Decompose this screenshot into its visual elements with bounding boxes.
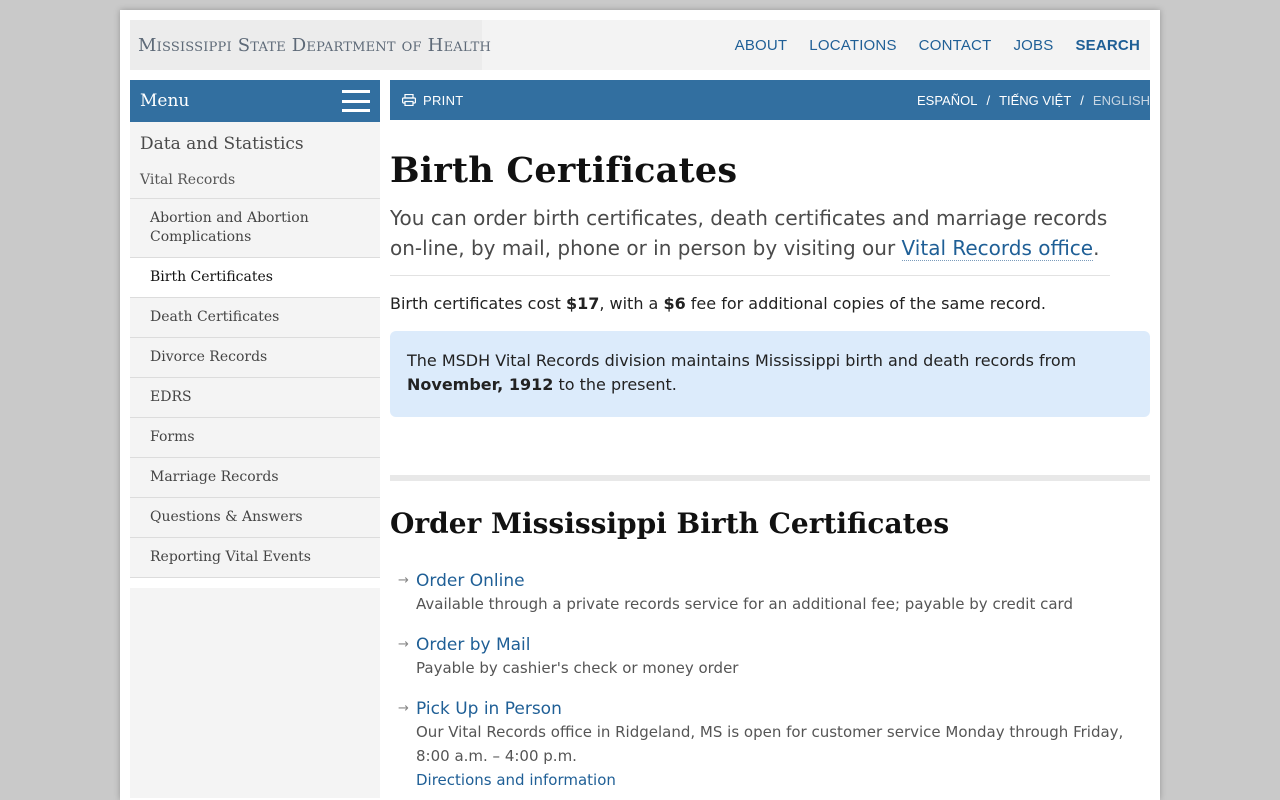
- lang-vietnamese[interactable]: TIẾNG VIỆT: [999, 93, 1071, 108]
- cost-price: $17: [565, 294, 600, 313]
- logo-text: Mississippi State Department of Health: [138, 34, 492, 56]
- order-options-list: → Order Online Available through a priva…: [390, 570, 1150, 792]
- sidebar-item-divorce-records[interactable]: Divorce Records: [130, 338, 380, 378]
- nav-about[interactable]: ABOUT: [735, 37, 788, 54]
- site-header: Mississippi State Department of Health A…: [130, 20, 1150, 70]
- sidebar-item-questions-answers[interactable]: Questions & Answers: [130, 498, 380, 538]
- language-switcher: ESPAÑOL / TIẾNG VIỆT / ENGLISH: [917, 93, 1150, 108]
- nav-search[interactable]: SEARCH: [1075, 37, 1140, 54]
- list-item: → Order Online Available through a priva…: [390, 570, 1150, 616]
- lang-separator: /: [1080, 92, 1084, 108]
- vital-records-office-link[interactable]: Vital Records office: [901, 236, 1094, 261]
- list-item: → Pick Up in Person Our Vital Records of…: [390, 698, 1150, 792]
- sidebar-subsection[interactable]: Vital Records: [130, 162, 380, 199]
- nav-contact[interactable]: CONTACT: [919, 37, 992, 54]
- sidebar-item-death-certificates[interactable]: Death Certificates: [130, 298, 380, 338]
- main-content: PRINT ESPAÑOL / TIẾNG VIỆT / ENGLISH Bir…: [390, 80, 1150, 800]
- print-label: PRINT: [423, 92, 464, 108]
- sidebar-item-abortion[interactable]: Abortion and Abortion Complications: [130, 199, 380, 258]
- sidebar: Menu Data and Statistics Vital Records A…: [130, 80, 380, 800]
- section-divider: [390, 475, 1150, 481]
- option-description: Our Vital Records office in Ridgeland, M…: [416, 723, 1124, 765]
- nav-jobs[interactable]: JOBS: [1013, 37, 1053, 54]
- cost-paragraph: Birth certificates cost $17, with a $6 f…: [390, 294, 1046, 313]
- printer-icon: [402, 94, 416, 106]
- option-description: Payable by cashier's check or money orde…: [416, 659, 739, 677]
- sidebar-item-edrs[interactable]: EDRS: [130, 378, 380, 418]
- sidebar-item-marriage-records[interactable]: Marriage Records: [130, 458, 380, 498]
- arrow-right-icon: →: [398, 701, 409, 716]
- nav-locations[interactable]: LOCATIONS: [809, 37, 896, 54]
- pick-up-in-person-link[interactable]: Pick Up in Person: [416, 698, 1150, 720]
- lang-separator: /: [986, 92, 991, 108]
- order-by-mail-link[interactable]: Order by Mail: [416, 634, 1150, 656]
- order-online-link[interactable]: Order Online: [416, 570, 1150, 592]
- lang-espanol[interactable]: ESPAÑOL: [917, 93, 977, 108]
- order-section-title: Order Mississippi Birth Certificates: [390, 507, 950, 540]
- menu-title: Menu: [140, 91, 190, 111]
- hamburger-icon[interactable]: [342, 90, 370, 112]
- option-description: Available through a private records serv…: [416, 595, 1073, 613]
- menu-bar[interactable]: Menu: [130, 80, 380, 122]
- cost-fee: $6: [663, 294, 686, 313]
- sidebar-heading: Data and Statistics: [140, 134, 304, 154]
- print-button[interactable]: PRINT: [402, 93, 464, 108]
- info-callout: The MSDH Vital Records division maintain…: [390, 331, 1150, 417]
- page: Mississippi State Department of Health A…: [120, 10, 1160, 800]
- sidebar-list: Abortion and Abortion Complications Birt…: [130, 199, 380, 578]
- page-toolbar: PRINT ESPAÑOL / TIẾNG VIỆT / ENGLISH: [390, 80, 1150, 120]
- sidebar-item-forms[interactable]: Forms: [130, 418, 380, 458]
- sidebar-section[interactable]: Data and Statistics: [130, 122, 380, 162]
- lang-english-current: ENGLISH: [1092, 92, 1150, 108]
- sidebar-filler: [130, 588, 380, 798]
- sidebar-item-birth-certificates[interactable]: Birth Certificates: [130, 258, 380, 298]
- top-nav: ABOUT LOCATIONS CONTACT JOBS SEARCH: [713, 20, 1140, 70]
- site-logo[interactable]: Mississippi State Department of Health: [130, 20, 491, 70]
- list-item: → Order by Mail Payable by cashier's che…: [390, 634, 1150, 680]
- lead-paragraph: You can order birth certificates, death …: [390, 203, 1110, 276]
- arrow-right-icon: →: [398, 637, 409, 652]
- directions-link[interactable]: Directions and information: [416, 768, 1150, 792]
- sidebar-item-reporting-vital-events[interactable]: Reporting Vital Events: [130, 538, 380, 578]
- page-title: Birth Certificates: [390, 150, 738, 191]
- arrow-right-icon: →: [398, 573, 409, 588]
- callout-date: November, 1912: [407, 375, 554, 394]
